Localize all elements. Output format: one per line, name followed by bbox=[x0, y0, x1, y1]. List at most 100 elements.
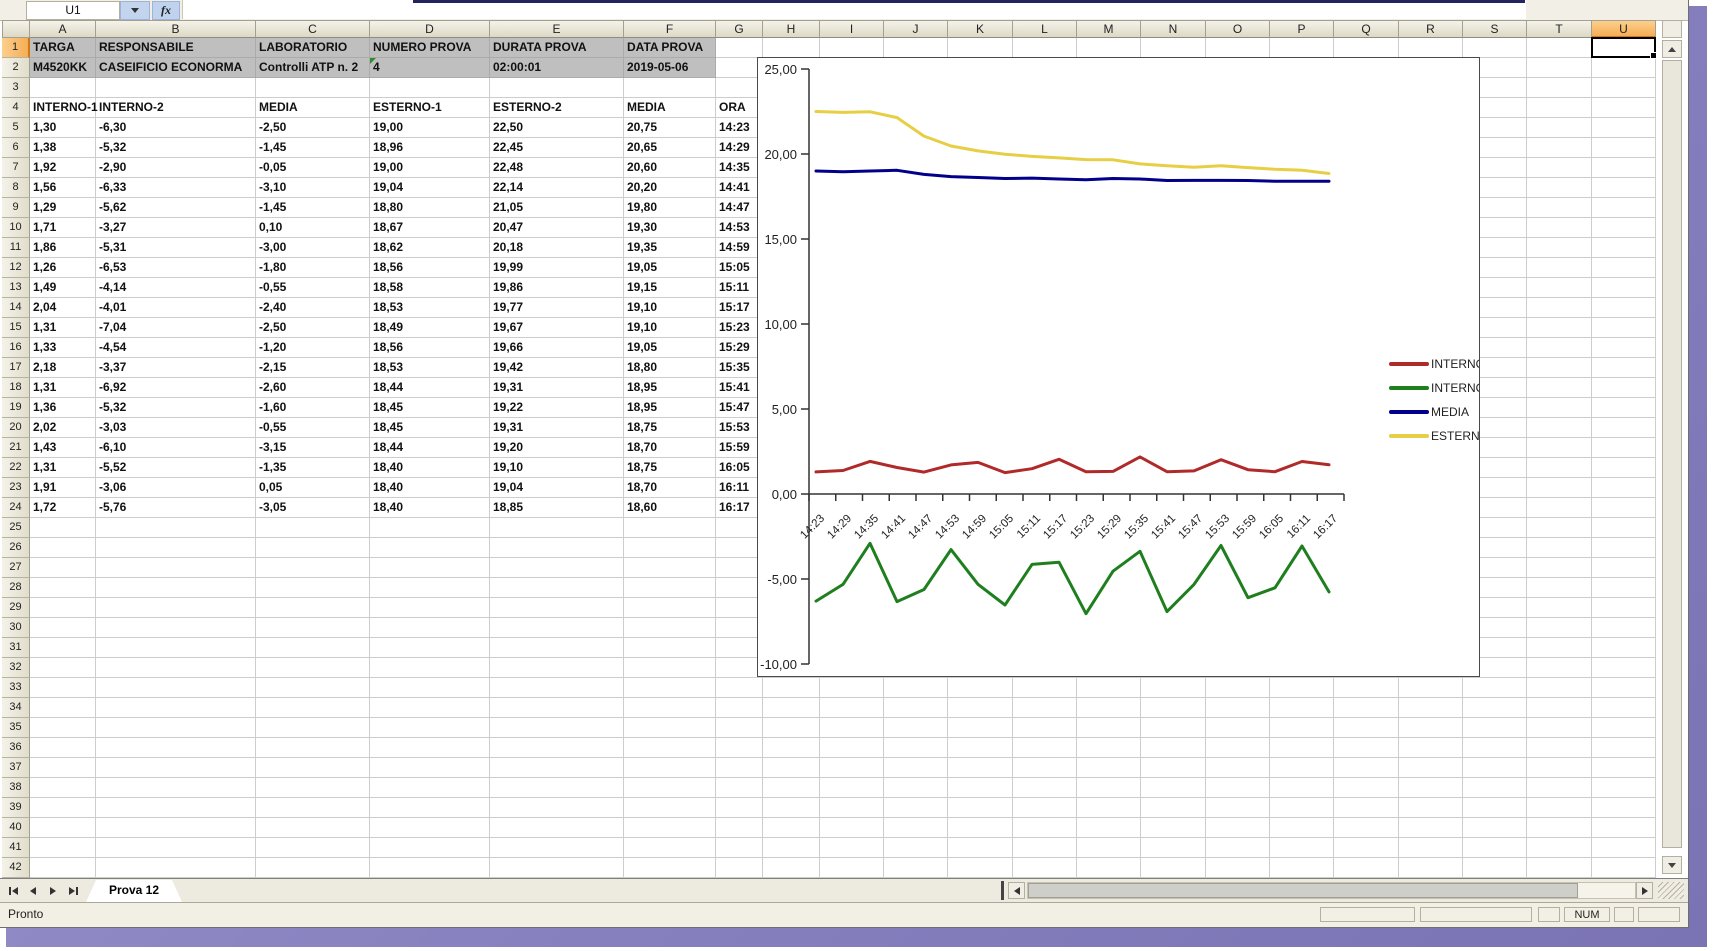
cell-B39[interactable] bbox=[96, 798, 256, 818]
selected-cell-U1[interactable] bbox=[1591, 37, 1656, 58]
cell-U30[interactable] bbox=[1592, 618, 1656, 638]
cell-U25[interactable] bbox=[1592, 518, 1656, 538]
cell-U15[interactable] bbox=[1592, 318, 1656, 338]
cell-Q36[interactable] bbox=[1334, 738, 1399, 758]
row-header-41[interactable]: 41 bbox=[2, 838, 30, 858]
cell-T24[interactable] bbox=[1527, 498, 1592, 518]
cell-F18[interactable]: 18,95 bbox=[624, 378, 716, 398]
row-header-39[interactable]: 39 bbox=[2, 798, 30, 818]
cell-F14[interactable]: 19,10 bbox=[624, 298, 716, 318]
cell-T35[interactable] bbox=[1527, 718, 1592, 738]
cell-F1[interactable]: DATA PROVA bbox=[624, 38, 716, 58]
cell-G8[interactable]: 14:41 bbox=[716, 178, 763, 198]
cell-E23[interactable]: 19,04 bbox=[490, 478, 624, 498]
cell-D3[interactable] bbox=[370, 78, 490, 98]
column-header-K[interactable]: K bbox=[948, 20, 1013, 38]
cell-T3[interactable] bbox=[1527, 78, 1592, 98]
cell-E4[interactable]: ESTERNO-2 bbox=[490, 98, 624, 118]
cell-D35[interactable] bbox=[370, 718, 490, 738]
cell-P36[interactable] bbox=[1270, 738, 1334, 758]
cell-N38[interactable] bbox=[1141, 778, 1206, 798]
cell-T16[interactable] bbox=[1527, 338, 1592, 358]
cell-G36[interactable] bbox=[716, 738, 763, 758]
cell-E25[interactable] bbox=[490, 518, 624, 538]
cell-Q33[interactable] bbox=[1334, 678, 1399, 698]
cell-G1[interactable] bbox=[716, 38, 763, 58]
cell-U24[interactable] bbox=[1592, 498, 1656, 518]
row-header-15[interactable]: 15 bbox=[2, 318, 30, 338]
row-header-28[interactable]: 28 bbox=[2, 578, 30, 598]
cell-G22[interactable]: 16:05 bbox=[716, 458, 763, 478]
cell-T27[interactable] bbox=[1527, 558, 1592, 578]
cell-D29[interactable] bbox=[370, 598, 490, 618]
cell-L36[interactable] bbox=[1013, 738, 1077, 758]
column-header-F[interactable]: F bbox=[624, 20, 716, 38]
cell-U31[interactable] bbox=[1592, 638, 1656, 658]
cell-E34[interactable] bbox=[490, 698, 624, 718]
cell-I33[interactable] bbox=[820, 678, 884, 698]
cell-J40[interactable] bbox=[884, 818, 948, 838]
cell-C31[interactable] bbox=[256, 638, 370, 658]
cell-M34[interactable] bbox=[1077, 698, 1141, 718]
cell-G18[interactable]: 15:41 bbox=[716, 378, 763, 398]
cell-M37[interactable] bbox=[1077, 758, 1141, 778]
cell-A16[interactable]: 1,33 bbox=[30, 338, 96, 358]
cell-G12[interactable]: 15:05 bbox=[716, 258, 763, 278]
cell-U38[interactable] bbox=[1592, 778, 1656, 798]
cell-R42[interactable] bbox=[1399, 858, 1463, 878]
cell-U6[interactable] bbox=[1592, 138, 1656, 158]
cell-S33[interactable] bbox=[1463, 678, 1527, 698]
cell-E28[interactable] bbox=[490, 578, 624, 598]
cell-C30[interactable] bbox=[256, 618, 370, 638]
cell-G6[interactable]: 14:29 bbox=[716, 138, 763, 158]
cell-H34[interactable] bbox=[763, 698, 820, 718]
cell-D13[interactable]: 18,58 bbox=[370, 278, 490, 298]
first-sheet-button[interactable] bbox=[4, 882, 22, 900]
cell-D17[interactable]: 18,53 bbox=[370, 358, 490, 378]
cell-G26[interactable] bbox=[716, 538, 763, 558]
cell-K39[interactable] bbox=[948, 798, 1013, 818]
cell-C36[interactable] bbox=[256, 738, 370, 758]
cell-A25[interactable] bbox=[30, 518, 96, 538]
cell-S42[interactable] bbox=[1463, 858, 1527, 878]
sheet-tab-prova-12[interactable]: Prova 12 bbox=[86, 880, 182, 902]
cell-D26[interactable] bbox=[370, 538, 490, 558]
cell-T20[interactable] bbox=[1527, 418, 1592, 438]
column-header-U[interactable]: U bbox=[1592, 20, 1656, 38]
cell-F27[interactable] bbox=[624, 558, 716, 578]
cell-Q35[interactable] bbox=[1334, 718, 1399, 738]
cell-T28[interactable] bbox=[1527, 578, 1592, 598]
cell-P34[interactable] bbox=[1270, 698, 1334, 718]
cell-D21[interactable]: 18,44 bbox=[370, 438, 490, 458]
fill-handle[interactable] bbox=[1650, 52, 1657, 59]
cell-K41[interactable] bbox=[948, 838, 1013, 858]
cell-E38[interactable] bbox=[490, 778, 624, 798]
cell-C6[interactable]: -1,45 bbox=[256, 138, 370, 158]
cell-N36[interactable] bbox=[1141, 738, 1206, 758]
cell-I1[interactable] bbox=[820, 38, 884, 58]
column-header-G[interactable]: G bbox=[716, 20, 763, 38]
cell-H38[interactable] bbox=[763, 778, 820, 798]
cell-B9[interactable]: -5,62 bbox=[96, 198, 256, 218]
cell-U20[interactable] bbox=[1592, 418, 1656, 438]
cell-H1[interactable] bbox=[763, 38, 820, 58]
cell-B35[interactable] bbox=[96, 718, 256, 738]
cell-G11[interactable]: 14:59 bbox=[716, 238, 763, 258]
cell-O37[interactable] bbox=[1206, 758, 1270, 778]
cell-F32[interactable] bbox=[624, 658, 716, 678]
name-box-dropdown[interactable] bbox=[120, 1, 150, 20]
cell-U13[interactable] bbox=[1592, 278, 1656, 298]
cell-F15[interactable]: 19,10 bbox=[624, 318, 716, 338]
cell-A34[interactable] bbox=[30, 698, 96, 718]
cell-A30[interactable] bbox=[30, 618, 96, 638]
cell-G37[interactable] bbox=[716, 758, 763, 778]
cell-D9[interactable]: 18,80 bbox=[370, 198, 490, 218]
cell-E40[interactable] bbox=[490, 818, 624, 838]
cell-D12[interactable]: 18,56 bbox=[370, 258, 490, 278]
cell-M42[interactable] bbox=[1077, 858, 1141, 878]
cell-T2[interactable] bbox=[1527, 58, 1592, 78]
cell-F31[interactable] bbox=[624, 638, 716, 658]
cell-T22[interactable] bbox=[1527, 458, 1592, 478]
cell-I39[interactable] bbox=[820, 798, 884, 818]
window-resize-grip[interactable] bbox=[1658, 882, 1684, 899]
